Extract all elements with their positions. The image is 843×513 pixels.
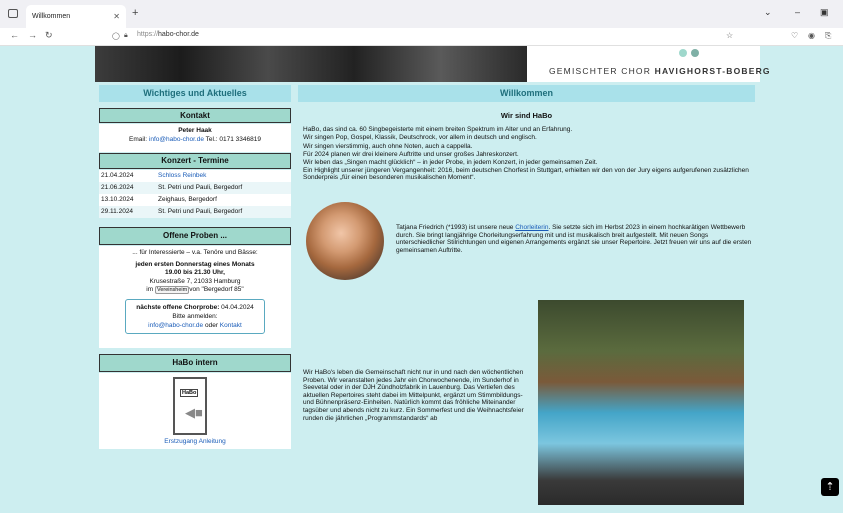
leader-portrait [306,202,384,280]
termin-date: 29.11.2024 [101,208,134,215]
main-title: Willkommen [298,85,755,102]
proben-intro: ... für Interessierte – v.a. Tenöre und … [132,249,258,256]
tab-list-icon[interactable] [8,9,18,18]
browser-tab[interactable]: Willkommen ✕ [26,5,126,28]
oder-text: oder [203,321,220,329]
next-rehearsal-box: nächste offene Chorprobe: 04.04.2024 Bit… [125,298,265,334]
erstzugang-link[interactable]: Erstzugang Anleitung [99,438,291,445]
header-photo [95,46,527,82]
termine-row: 29.11.2024 St. Petri und Pauli, Bergedorf [99,206,291,218]
intro-line: Wir singen vierstimmig, auch ohne Noten,… [303,142,473,150]
proben-von: von "Bergedorf 85" [189,286,244,293]
contact-line: Email: info@habo-chor.de Tel.: 0171 3346… [99,135,291,144]
proben-location: im Vereinsheim von "Bergedorf 85" [99,286,291,295]
termine-row: 13.10.2024 Zeighaus, Bergedorf [99,194,291,206]
tab-title: Willkommen [32,13,71,20]
url-host: habo-chor.de [158,31,199,38]
new-tab-icon[interactable]: + [132,7,138,19]
proben-im: im [146,286,154,293]
back-to-top-button[interactable]: ⇡ [821,478,839,496]
next-rehearsal-line: nächste offene Chorprobe: 04.04.2024 [126,303,264,312]
contact-tel: Tel.: 0171 3346819 [203,136,261,143]
logo-dot [679,49,687,57]
pocket-icon[interactable]: ♡ [791,31,798,40]
choir-group-photo [538,300,744,505]
leader-text-pre: Tatjana Friedrich (*1993) ist unsere neu… [396,224,516,231]
page: GEMISCHTER CHOR HAVIGHORST-BOBERG Wichti… [0,46,843,513]
proben-panel: ... für Interessierte – v.a. Tenöre und … [99,246,291,348]
kontakt-link[interactable]: Kontakt [220,322,242,329]
community-text: Wir HaBo's leben die Gemeinschaft nicht … [303,369,524,422]
intern-panel: HaBo ◀■ Erstzugang Anleitung [99,373,291,449]
chorleiterin-link[interactable]: Chorleiterin [515,224,548,231]
intro-line: HaBo, das sind ca. 60 Singbegeisterte mi… [303,126,573,133]
intro-text: HaBo, das sind ca. 60 Singbegeisterte mi… [303,126,755,181]
lock-icon[interactable]: 🔒︎ [124,32,128,40]
email-label: Email: [129,136,149,143]
browser-tab-bar: Willkommen ✕ + ⌄ – ▣ [0,0,843,28]
choir-name-bold: HAVIGHORST-BOBERG [654,66,771,76]
proben-when-1: jeden ersten Donnerstag eines Monats [135,260,255,268]
logo-dots [679,44,703,62]
account-icon[interactable]: ◉ [808,31,815,40]
tab-overflow-chevron-icon[interactable]: ⌄ [764,7,772,18]
door-sign: HaBo [180,389,199,397]
url-bar[interactable]: https://habo-chor.de [137,31,199,38]
anmelden-text: Bitte anmelden: [172,312,218,320]
termin-date: 13.10.2024 [101,196,134,203]
termin-place: St. Petri und Pauli, Bergedorf [158,184,243,191]
termine-row: 21.06.2024 St. Petri und Pauli, Bergedorf [99,182,291,194]
intro-line: Wir leben das „Singen macht glücklich“ –… [303,159,598,167]
termine-table: 21.04.2024 Schloss Reinbek 21.06.2024 St. … [99,170,291,218]
anmelden-links: info@habo-chor.de oder Kontakt [126,321,264,330]
close-tab-icon[interactable]: ✕ [113,5,120,28]
bookmark-star-icon[interactable]: ☆ [726,31,733,40]
intro-line: Wir singen Pop, Gospel, Klassik, Deutsch… [303,134,537,142]
intro-line: Für 2024 planen wir drei kleinere Auftri… [303,150,519,158]
contact-email-link[interactable]: info@habo-chor.de [149,136,204,143]
navigation-bar: ← → ↻ ◯ 🔒︎ https://habo-chor.de ☆ ♡ ◉ ⎘ [0,28,843,46]
intern-heading: HaBo intern [99,354,291,372]
intro-line: Ein Highlight unserer jüngeren Vergangen… [303,167,749,182]
proben-email-link[interactable]: info@habo-chor.de [148,322,203,329]
main-subtitle: Wir sind HaBo [500,111,553,120]
termine-heading: Konzert - Termine [99,153,291,169]
termin-place-link[interactable]: Schloss Reinbek [158,170,206,182]
leader-text: Tatjana Friedrich (*1993) ist unsere neu… [396,224,754,254]
minimize-icon[interactable]: – [795,7,800,17]
forward-icon[interactable]: → [28,30,37,40]
back-icon[interactable]: ← [10,30,19,40]
reload-icon[interactable]: ↻ [45,30,53,41]
choir-name: GEMISCHTER CHOR HAVIGHORST-BOBERG [549,66,771,76]
termin-date: 21.06.2024 [101,184,134,191]
header-logo-area: GEMISCHTER CHOR HAVIGHORST-BOBERG [527,44,770,82]
next-rehearsal-date: 04.04.2024 [219,303,254,311]
termin-date: 21.04.2024 [101,172,134,179]
kontakt-panel: Peter Haak Email: info@habo-chor.de Tel.… [99,124,291,152]
termine-row: 21.04.2024 Schloss Reinbek [99,170,291,182]
termin-place: St. Petri und Pauli, Bergedorf [158,208,243,215]
url-scheme: https:// [137,31,159,38]
door-icon[interactable]: HaBo ◀■ [173,377,207,435]
proben-heading: Offene Proben ... [99,227,291,245]
maximize-icon[interactable]: ▣ [820,7,829,18]
extensions-icon[interactable]: ⎘ [825,31,831,41]
vereinsheim-chip[interactable]: Vereinsheim [154,286,190,294]
next-rehearsal-label: nächste offene Chorprobe: [136,303,220,311]
logo-dot [691,49,699,57]
termin-place: Zeighaus, Bergedorf [158,196,217,203]
arrow-left-icon: ◀■ [185,405,203,420]
choir-name-prefix: GEMISCHTER CHOR [549,66,655,76]
sidebar-title: Wichtiges und Aktuelles [99,85,291,102]
contact-name: Peter Haak [178,127,212,134]
proben-when-2: 19.00 bis 21.30 Uhr, [165,269,225,276]
proben-address: Krusestraße 7, 21033 Hamburg [149,277,241,285]
kontakt-heading: Kontakt [99,108,291,123]
shield-icon[interactable]: ◯ [112,32,120,40]
